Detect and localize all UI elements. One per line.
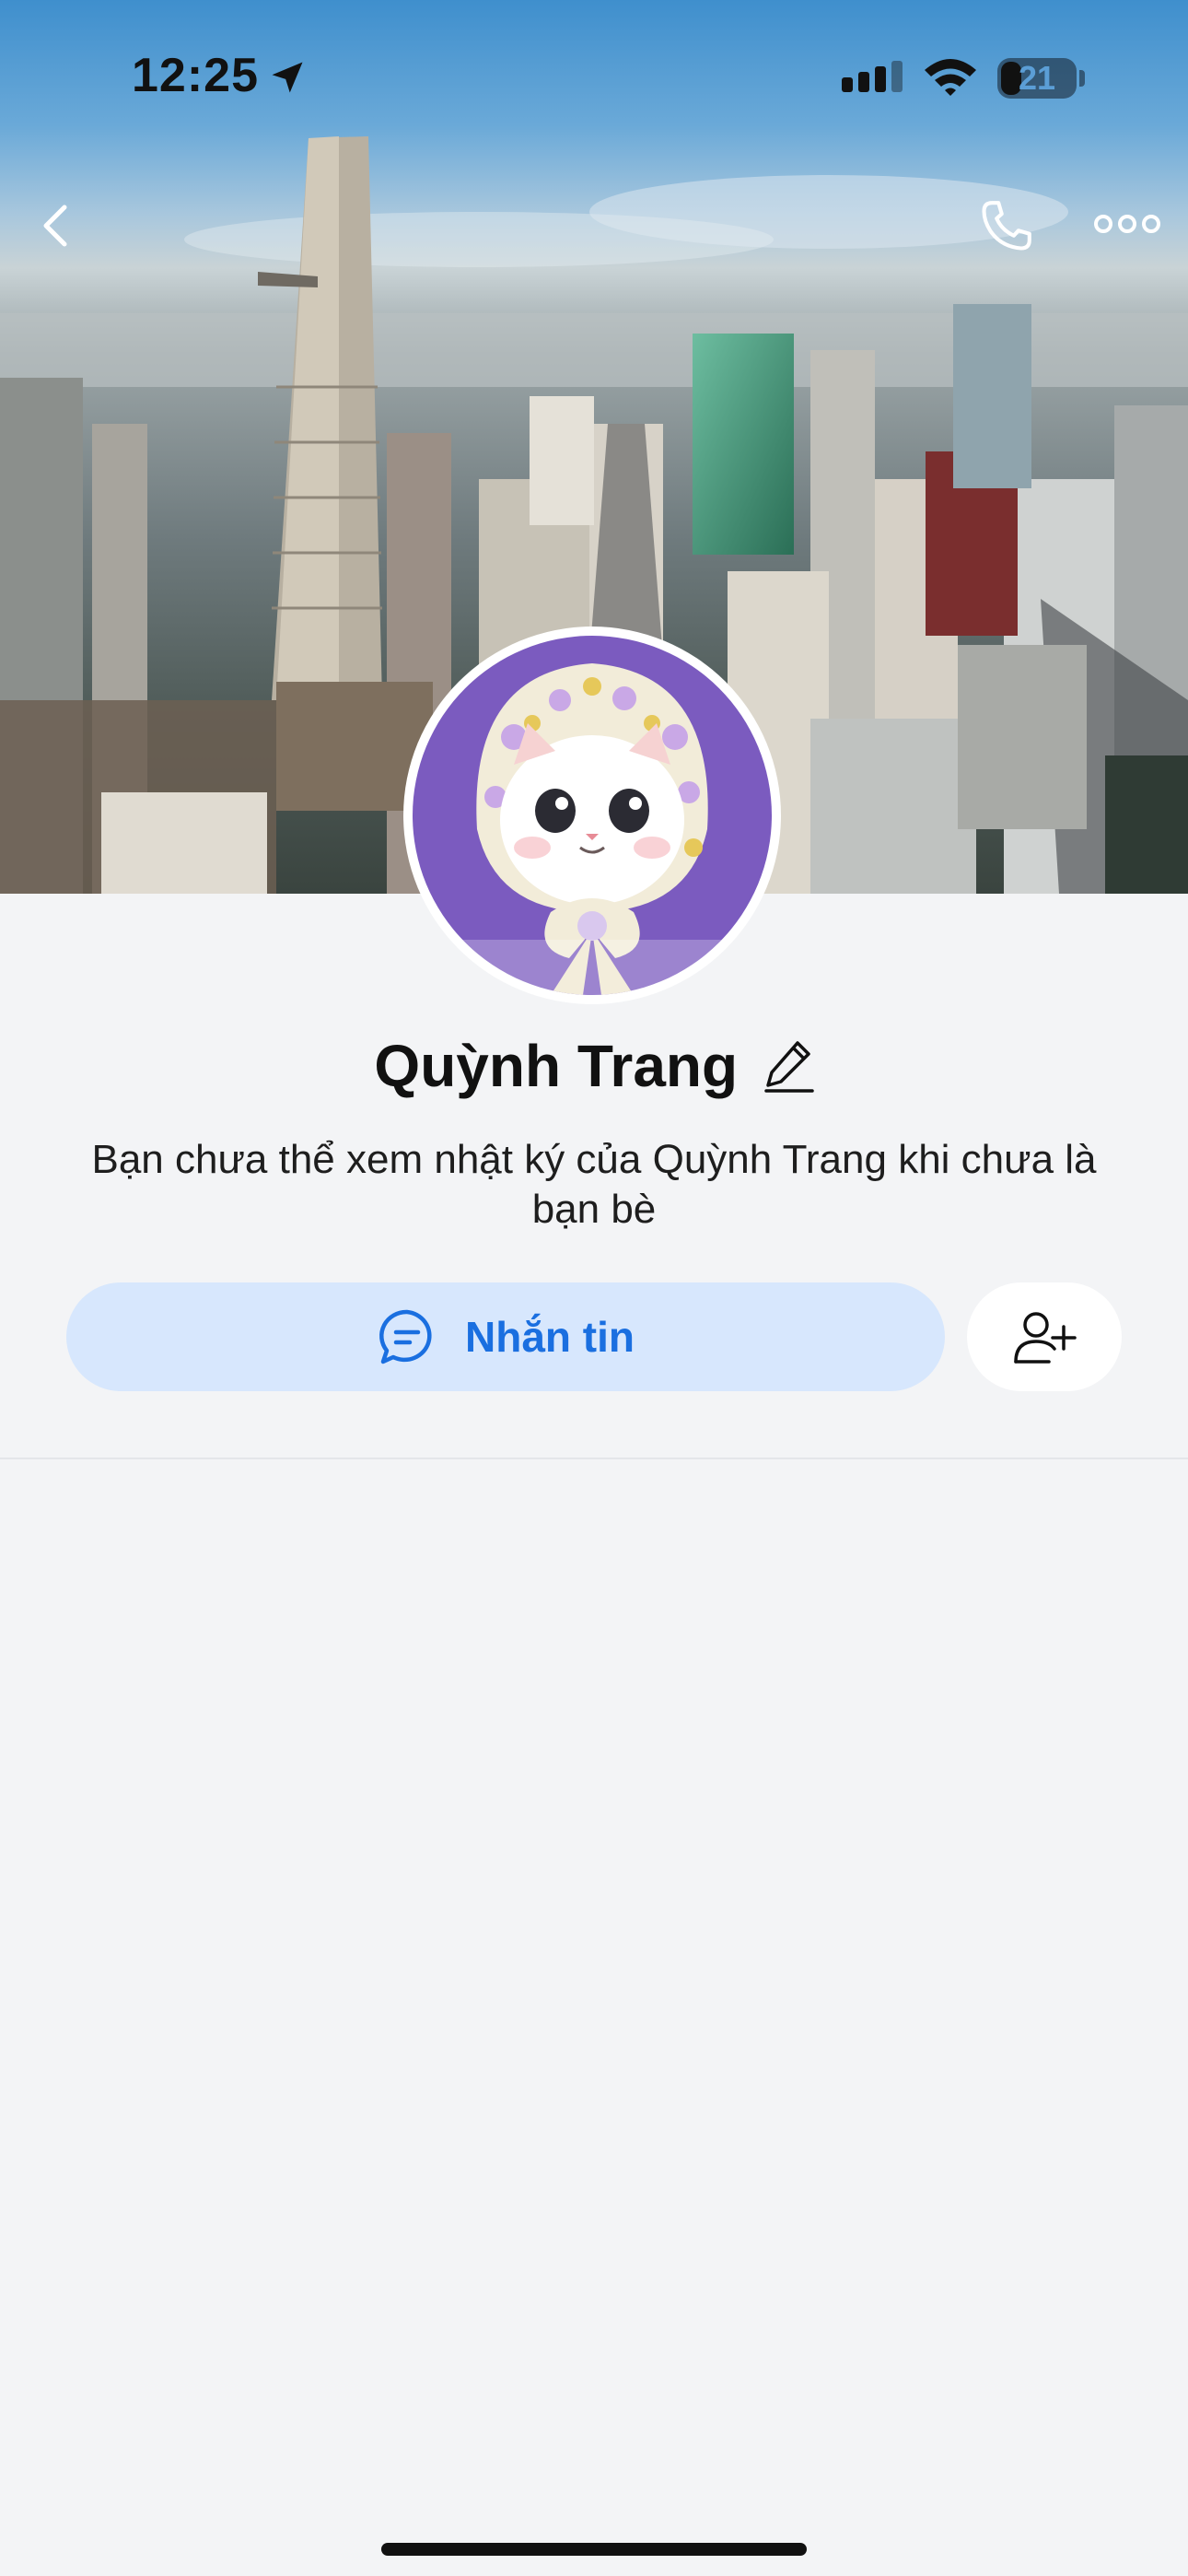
more-options-button[interactable] xyxy=(1092,201,1162,247)
status-bar: 12:25 21 xyxy=(0,0,1188,157)
status-time: 12:25 xyxy=(132,49,259,102)
call-button[interactable] xyxy=(974,193,1039,258)
phone-icon xyxy=(982,201,1031,251)
profile-name-row: Quỳnh Trang xyxy=(0,1032,1188,1106)
battery-level: 21 xyxy=(1018,59,1056,97)
chat-bubble-icon xyxy=(379,1309,432,1364)
edit-pencil-icon[interactable] xyxy=(763,1037,814,1095)
send-message-label: Nhắn tin xyxy=(465,1313,635,1361)
cellular-signal-icon xyxy=(842,61,903,92)
diary-privacy-notice: Bạn chưa thể xem nhật ký của Quỳnh Trang… xyxy=(91,1137,1097,1232)
profile-avatar[interactable] xyxy=(403,626,781,1004)
send-message-button[interactable]: Nhắn tin xyxy=(66,1282,945,1391)
section-divider xyxy=(0,1458,1188,1459)
add-friend-button[interactable] xyxy=(967,1282,1122,1391)
battery-tip xyxy=(1079,70,1085,87)
add-friend-icon xyxy=(1014,1312,1077,1364)
back-chevron-icon xyxy=(43,205,67,247)
more-dots-icon xyxy=(1094,215,1160,233)
wifi-icon xyxy=(925,59,976,96)
battery-indicator: 21 xyxy=(997,58,1077,99)
profile-name: Quỳnh Trang xyxy=(374,1033,739,1099)
location-arrow-icon xyxy=(272,62,303,93)
home-indicator[interactable] xyxy=(381,2543,807,2556)
back-button[interactable] xyxy=(28,189,87,263)
